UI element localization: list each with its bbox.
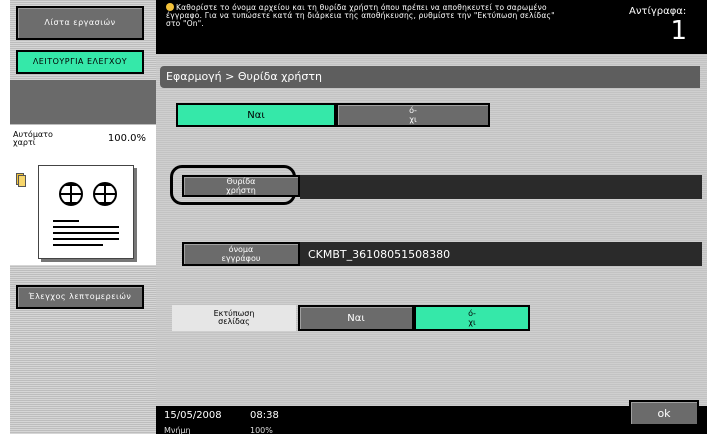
auto-paper-label: Αυτόματο χαρτί bbox=[13, 130, 53, 147]
memory-label: Μνήμη bbox=[164, 426, 191, 434]
instruction-message: Καθορίστε το όνομα αρχείου και τη θυρίδα… bbox=[166, 3, 558, 28]
job-list-label: Λίστα εργασιών bbox=[44, 18, 116, 27]
info-icon bbox=[166, 3, 174, 11]
status-time: 08:38 bbox=[250, 410, 279, 421]
ok-button[interactable]: ok bbox=[629, 400, 699, 426]
document-name-field[interactable]: CKMBT_36108051508380 bbox=[300, 242, 702, 266]
check-details-label: Έλεγχος λεπτομερειών bbox=[28, 292, 132, 301]
job-list-button[interactable]: Λίστα εργασιών bbox=[16, 6, 144, 40]
sidebar-divider-block bbox=[10, 80, 156, 124]
left-sidebar: Λίστα εργασιών ΛΕΙΤΟΥΡΓΙΑ ΕΛΕΓΧΟΥ Αυτόμα… bbox=[10, 0, 156, 434]
memory-value: 100% bbox=[250, 426, 273, 434]
document-name-label: όνομα εγγράφου bbox=[221, 245, 261, 263]
page-preview-thumbnail bbox=[38, 165, 134, 259]
yes-label: Ναι bbox=[247, 109, 265, 121]
status-date: 15/05/2008 bbox=[164, 410, 222, 421]
print-page-label-box: Εκτύπωση σελίδας bbox=[172, 305, 296, 331]
check-details-button[interactable]: Έλεγχος λεπτομερειών bbox=[16, 285, 144, 309]
user-box-button[interactable]: Θυρίδα χρήστη bbox=[182, 175, 300, 197]
ok-label: ok bbox=[657, 406, 671, 420]
print-yes-label: Ναι bbox=[347, 312, 365, 324]
breadcrumb: Εφαρμογή > Θυρίδα χρήστη bbox=[160, 66, 700, 88]
print-page-label: Εκτύπωση σελίδας bbox=[213, 309, 255, 326]
auto-paper-panel: Αυτόματο χαρτί 100.0% bbox=[10, 125, 156, 265]
no-button[interactable]: ό- χι bbox=[336, 103, 490, 127]
yes-button[interactable]: Ναι bbox=[176, 103, 336, 127]
main-panel: Εφαρμογή > Θυρίδα χρήστη Ναι ό- χι Θυρίδ… bbox=[156, 54, 707, 406]
status-bar: 15/05/2008 08:38 Μνήμη 100% ok bbox=[156, 400, 707, 434]
check-job-label: ΛΕΙΤΟΥΡΓΙΑ ΕΛΕΓΧΟΥ bbox=[32, 57, 128, 66]
document-name-button[interactable]: όνομα εγγράφου bbox=[182, 242, 300, 266]
user-box-field[interactable] bbox=[300, 175, 702, 199]
print-no-button[interactable]: ό- χι bbox=[414, 305, 530, 331]
copies-count: 1 bbox=[670, 16, 687, 46]
document-name-value: CKMBT_36108051508380 bbox=[308, 247, 451, 261]
message-bar: Καθορίστε το όνομα αρχείου και τη θυρίδα… bbox=[156, 0, 707, 54]
auto-paper-percent: 100.0% bbox=[107, 133, 146, 144]
print-yes-button[interactable]: Ναι bbox=[298, 305, 414, 331]
print-no-label: ό- χι bbox=[468, 309, 476, 327]
document-icon bbox=[16, 173, 26, 190]
copier-screen: Λίστα εργασιών ΛΕΙΤΟΥΡΓΙΑ ΕΛΕΓΧΟΥ Αυτόμα… bbox=[10, 0, 707, 434]
instruction-text: Καθορίστε το όνομα αρχείου και τη θυρίδα… bbox=[166, 3, 555, 28]
check-job-button[interactable]: ΛΕΙΤΟΥΡΓΙΑ ΕΛΕΓΧΟΥ bbox=[16, 50, 144, 74]
no-label: ό- χι bbox=[409, 106, 417, 124]
user-box-label: Θυρίδα χρήστη bbox=[226, 177, 256, 195]
